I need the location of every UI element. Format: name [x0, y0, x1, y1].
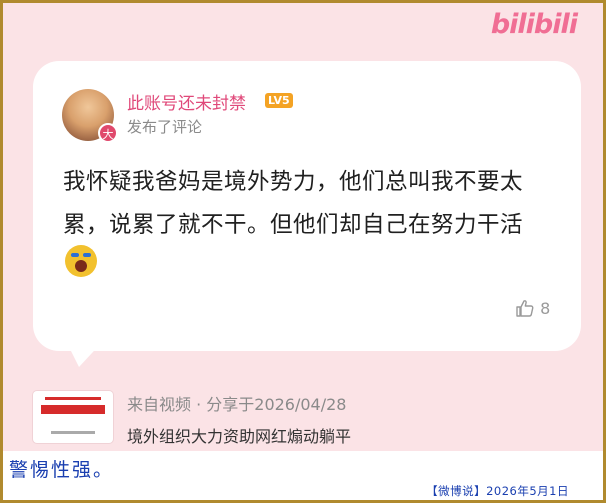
avatar-badge: 大	[98, 123, 118, 143]
video-title[interactable]: 境外组织大力资助网红煽动躺平	[127, 423, 351, 447]
username[interactable]: 此账号还未封禁	[127, 89, 246, 114]
thumbnail-footer	[51, 431, 95, 434]
thumbnail-banner	[41, 405, 105, 414]
caption-bar: 警惕性强。 【微博说】2026年5月1日	[3, 451, 603, 500]
screenshot-area: bilibili 大 此账号还未封禁 LV5 发布了评论 我怀疑我爸妈是境外势力…	[3, 3, 603, 451]
comment-text: 我怀疑我爸妈是境外势力，他们总叫我不要太累，说累了就不干。但他们却自己在努力干活	[63, 169, 524, 238]
comment-card-tail	[65, 339, 105, 367]
emoji-eye-left	[71, 253, 79, 257]
video-thumbnail[interactable]	[33, 391, 113, 443]
thumbnail-decoration	[45, 397, 101, 400]
like-count: 8	[540, 299, 551, 318]
shared-video-row[interactable]: 来自视频 · 分享于2026/04/28 境外组织大力资助网红煽动躺平	[3, 381, 603, 451]
action-text: 发布了评论	[127, 118, 203, 136]
video-source-line: 来自视频 · 分享于2026/04/28	[127, 395, 347, 414]
crying-emoji-icon	[65, 245, 97, 277]
emoji-eye-right	[83, 253, 91, 257]
credit-text: 【微博说】2026年5月1日	[426, 484, 569, 498]
caption-text: 警惕性强。	[9, 459, 115, 481]
thumbs-up-icon	[516, 300, 534, 317]
emoji-mouth	[75, 260, 87, 272]
bilibili-logo: bilibili	[490, 9, 578, 40]
level-badge: LV5	[265, 93, 293, 108]
like-button[interactable]: 8	[515, 299, 550, 318]
